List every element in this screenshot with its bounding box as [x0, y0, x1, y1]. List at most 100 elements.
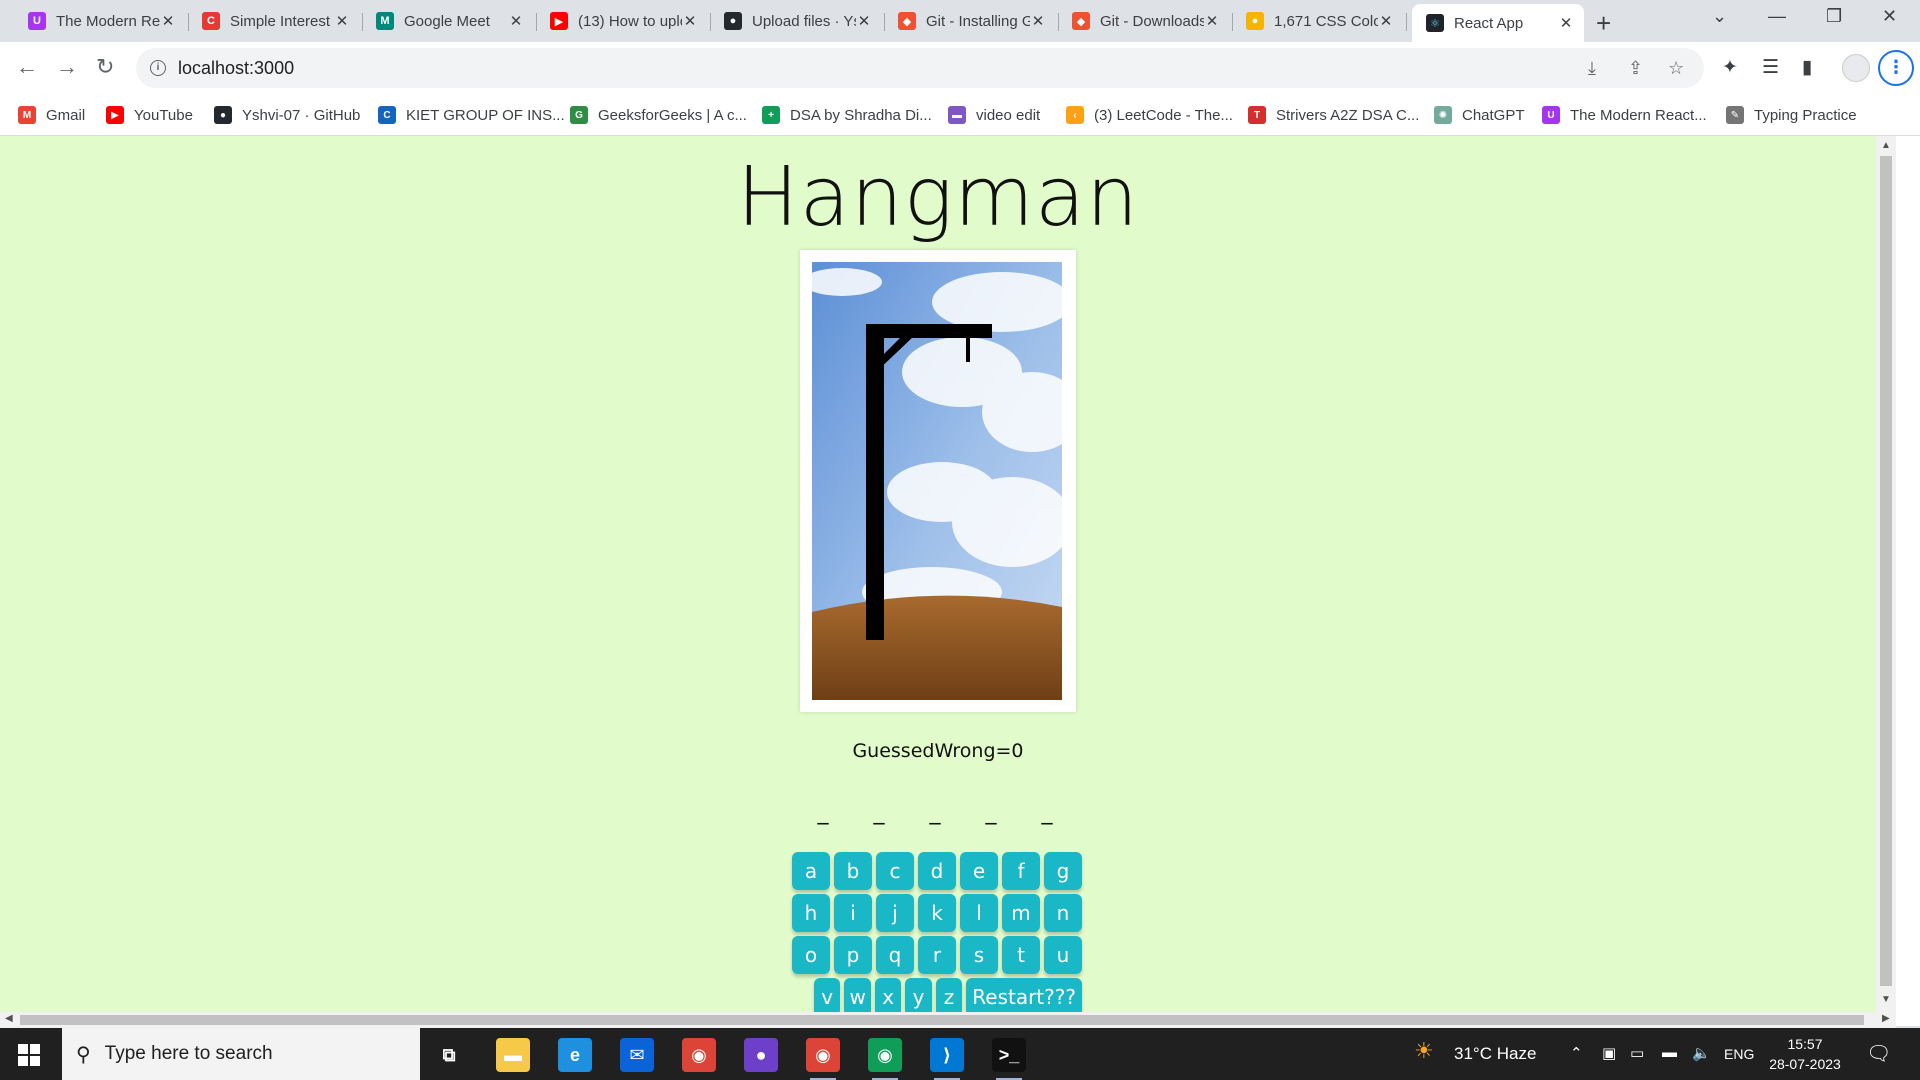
- close-icon[interactable]: ✕: [160, 12, 176, 30]
- profile-avatar[interactable]: [1842, 54, 1870, 82]
- new-tab-button[interactable]: +: [1596, 8, 1611, 39]
- meet-now-icon[interactable]: ▣: [1602, 1044, 1616, 1062]
- horizontal-scroll-thumb[interactable]: [20, 1015, 1864, 1025]
- bookmark-item[interactable]: ✎ Typing Practice: [1726, 104, 1857, 126]
- site-info-icon[interactable]: i: [150, 60, 166, 76]
- tab-react-app[interactable]: ⚛ React App ✕: [1412, 4, 1584, 42]
- bookmark-item[interactable]: T Strivers A2Z DSA C...: [1248, 104, 1419, 126]
- system-clock[interactable]: 15:57 28-07-2023: [1768, 1034, 1842, 1074]
- taskbar-search-box[interactable]: ⚲ Type here to search: [62, 1028, 420, 1080]
- show-hidden-icons[interactable]: ⌃: [1570, 1044, 1583, 1062]
- letter-key-d[interactable]: d: [918, 852, 956, 890]
- scroll-left-icon[interactable]: ◀: [5, 1013, 13, 1024]
- forward-icon[interactable]: →: [56, 54, 78, 80]
- bookmark-star-icon[interactable]: ☆: [1668, 58, 1684, 79]
- letter-key-p[interactable]: p: [834, 936, 872, 974]
- chrome-menu-icon[interactable]: ⋮: [1878, 50, 1914, 86]
- scroll-down-icon[interactable]: ▼: [1881, 994, 1891, 1005]
- weather-widget[interactable]: 31°C Haze: [1454, 1044, 1536, 1064]
- minimize-button[interactable]: —: [1768, 6, 1786, 27]
- bookmark-item[interactable]: + DSA by Shradha Di...: [762, 104, 932, 126]
- display-icon[interactable]: ▭: [1630, 1044, 1644, 1062]
- letter-key-t[interactable]: t: [1002, 936, 1040, 974]
- bookmark-item[interactable]: ● Yshvi-07 · GitHub: [214, 104, 360, 126]
- bookmark-item[interactable]: ‹ (3) LeetCode - The...: [1066, 104, 1233, 126]
- media-control-icon[interactable]: ☰: [1762, 56, 1779, 79]
- file-explorer-icon[interactable]: ▬: [496, 1038, 530, 1072]
- chrome-icon[interactable]: ◉: [806, 1038, 840, 1080]
- bookmark-item[interactable]: U The Modern React...: [1542, 104, 1707, 126]
- terminal-icon[interactable]: >_: [992, 1038, 1026, 1080]
- bookmark-item[interactable]: ✺ ChatGPT: [1434, 104, 1525, 126]
- url-text[interactable]: localhost:3000: [178, 58, 294, 79]
- letter-key-v[interactable]: v: [814, 978, 841, 1012]
- letter-key-j[interactable]: j: [876, 894, 914, 932]
- scroll-up-icon[interactable]: ▲: [1881, 140, 1891, 151]
- letter-key-b[interactable]: b: [834, 852, 872, 890]
- tab-item[interactable]: ● Upload files · Yshvi✕: [710, 4, 882, 38]
- github-desktop-icon[interactable]: ●: [744, 1038, 778, 1072]
- share-icon[interactable]: ⇪: [1628, 58, 1643, 79]
- vertical-scroll-thumb[interactable]: [1880, 156, 1892, 986]
- extensions-icon[interactable]: ✦: [1722, 56, 1738, 79]
- back-icon[interactable]: ←: [16, 54, 38, 80]
- windows-start-icon[interactable]: [18, 1044, 40, 1066]
- letter-key-y[interactable]: y: [905, 978, 932, 1012]
- weather-icon[interactable]: ☀: [1414, 1038, 1434, 1064]
- chrome-icon[interactable]: ◉: [682, 1038, 716, 1072]
- close-icon[interactable]: ✕: [682, 12, 698, 30]
- close-icon[interactable]: ✕: [1030, 12, 1046, 30]
- install-icon[interactable]: ⤓: [1588, 58, 1596, 79]
- restart-button[interactable]: Restart???: [966, 978, 1082, 1012]
- tab-item[interactable]: ● 1,671 CSS Colors✕: [1232, 4, 1404, 38]
- tab-item[interactable]: ◆ Git - Downloads ✕: [1058, 4, 1230, 38]
- address-bar[interactable]: i localhost:3000 ⤓ ⇪ ☆: [136, 48, 1704, 88]
- scroll-right-icon[interactable]: ▶: [1882, 1013, 1890, 1024]
- notifications-icon[interactable]: 🗨: [1866, 1041, 1891, 1066]
- letter-key-u[interactable]: u: [1044, 936, 1082, 974]
- bookmark-item[interactable]: C KIET GROUP OF INS...: [378, 104, 565, 126]
- bookmark-item[interactable]: M Gmail: [18, 104, 85, 126]
- letter-key-f[interactable]: f: [1002, 852, 1040, 890]
- letter-key-k[interactable]: k: [918, 894, 956, 932]
- letter-key-i[interactable]: i: [834, 894, 872, 932]
- bookmark-item[interactable]: ▶ YouTube: [106, 104, 193, 126]
- close-icon[interactable]: ✕: [856, 12, 872, 30]
- tab-search-icon[interactable]: ⌄: [1712, 6, 1727, 27]
- reload-icon[interactable]: ↻: [96, 54, 114, 80]
- letter-key-n[interactable]: n: [1044, 894, 1082, 932]
- close-window-button[interactable]: ✕: [1882, 6, 1897, 27]
- task-view-icon[interactable]: ⧉: [432, 1038, 466, 1072]
- letter-key-l[interactable]: l: [960, 894, 998, 932]
- tab-item[interactable]: ◆ Git - Installing Git ✕: [884, 4, 1056, 38]
- volume-icon[interactable]: 🔈: [1692, 1044, 1711, 1062]
- horizontal-scrollbar[interactable]: ◀ ▶: [0, 1012, 1896, 1028]
- letter-key-c[interactable]: c: [876, 852, 914, 890]
- language-indicator[interactable]: ENG: [1724, 1046, 1754, 1062]
- letter-key-m[interactable]: m: [1002, 894, 1040, 932]
- letter-key-w[interactable]: w: [844, 978, 871, 1012]
- letter-key-r[interactable]: r: [918, 936, 956, 974]
- letter-key-a[interactable]: a: [792, 852, 830, 890]
- bookmark-item[interactable]: G GeeksforGeeks | A c...: [570, 104, 747, 126]
- vscode-icon[interactable]: ⟩: [930, 1038, 964, 1080]
- close-icon[interactable]: ✕: [334, 12, 350, 30]
- letter-key-x[interactable]: x: [874, 978, 902, 1012]
- vertical-scrollbar[interactable]: ▲ ▼: [1876, 136, 1896, 1012]
- letter-key-e[interactable]: e: [960, 852, 998, 890]
- side-panel-icon[interactable]: ▮: [1802, 56, 1812, 79]
- tab-item[interactable]: M Google Meet ✕: [362, 4, 534, 38]
- tab-item[interactable]: C Simple Interest ✕: [188, 4, 360, 38]
- tab-item[interactable]: ▶ (13) How to upload✕: [536, 4, 708, 38]
- letter-key-g[interactable]: g: [1044, 852, 1082, 890]
- letter-key-o[interactable]: o: [792, 936, 830, 974]
- battery-icon[interactable]: ▬: [1662, 1044, 1677, 1061]
- tab-item[interactable]: U The Modern React✕: [14, 4, 186, 38]
- bookmark-item[interactable]: ▬ video edit: [948, 104, 1040, 126]
- edge-icon[interactable]: e: [558, 1038, 592, 1072]
- close-icon[interactable]: ✕: [1204, 12, 1220, 30]
- close-icon[interactable]: ✕: [508, 12, 524, 30]
- mail-icon[interactable]: ✉: [620, 1038, 654, 1072]
- letter-key-z[interactable]: z: [935, 978, 963, 1012]
- letter-key-s[interactable]: s: [960, 936, 998, 974]
